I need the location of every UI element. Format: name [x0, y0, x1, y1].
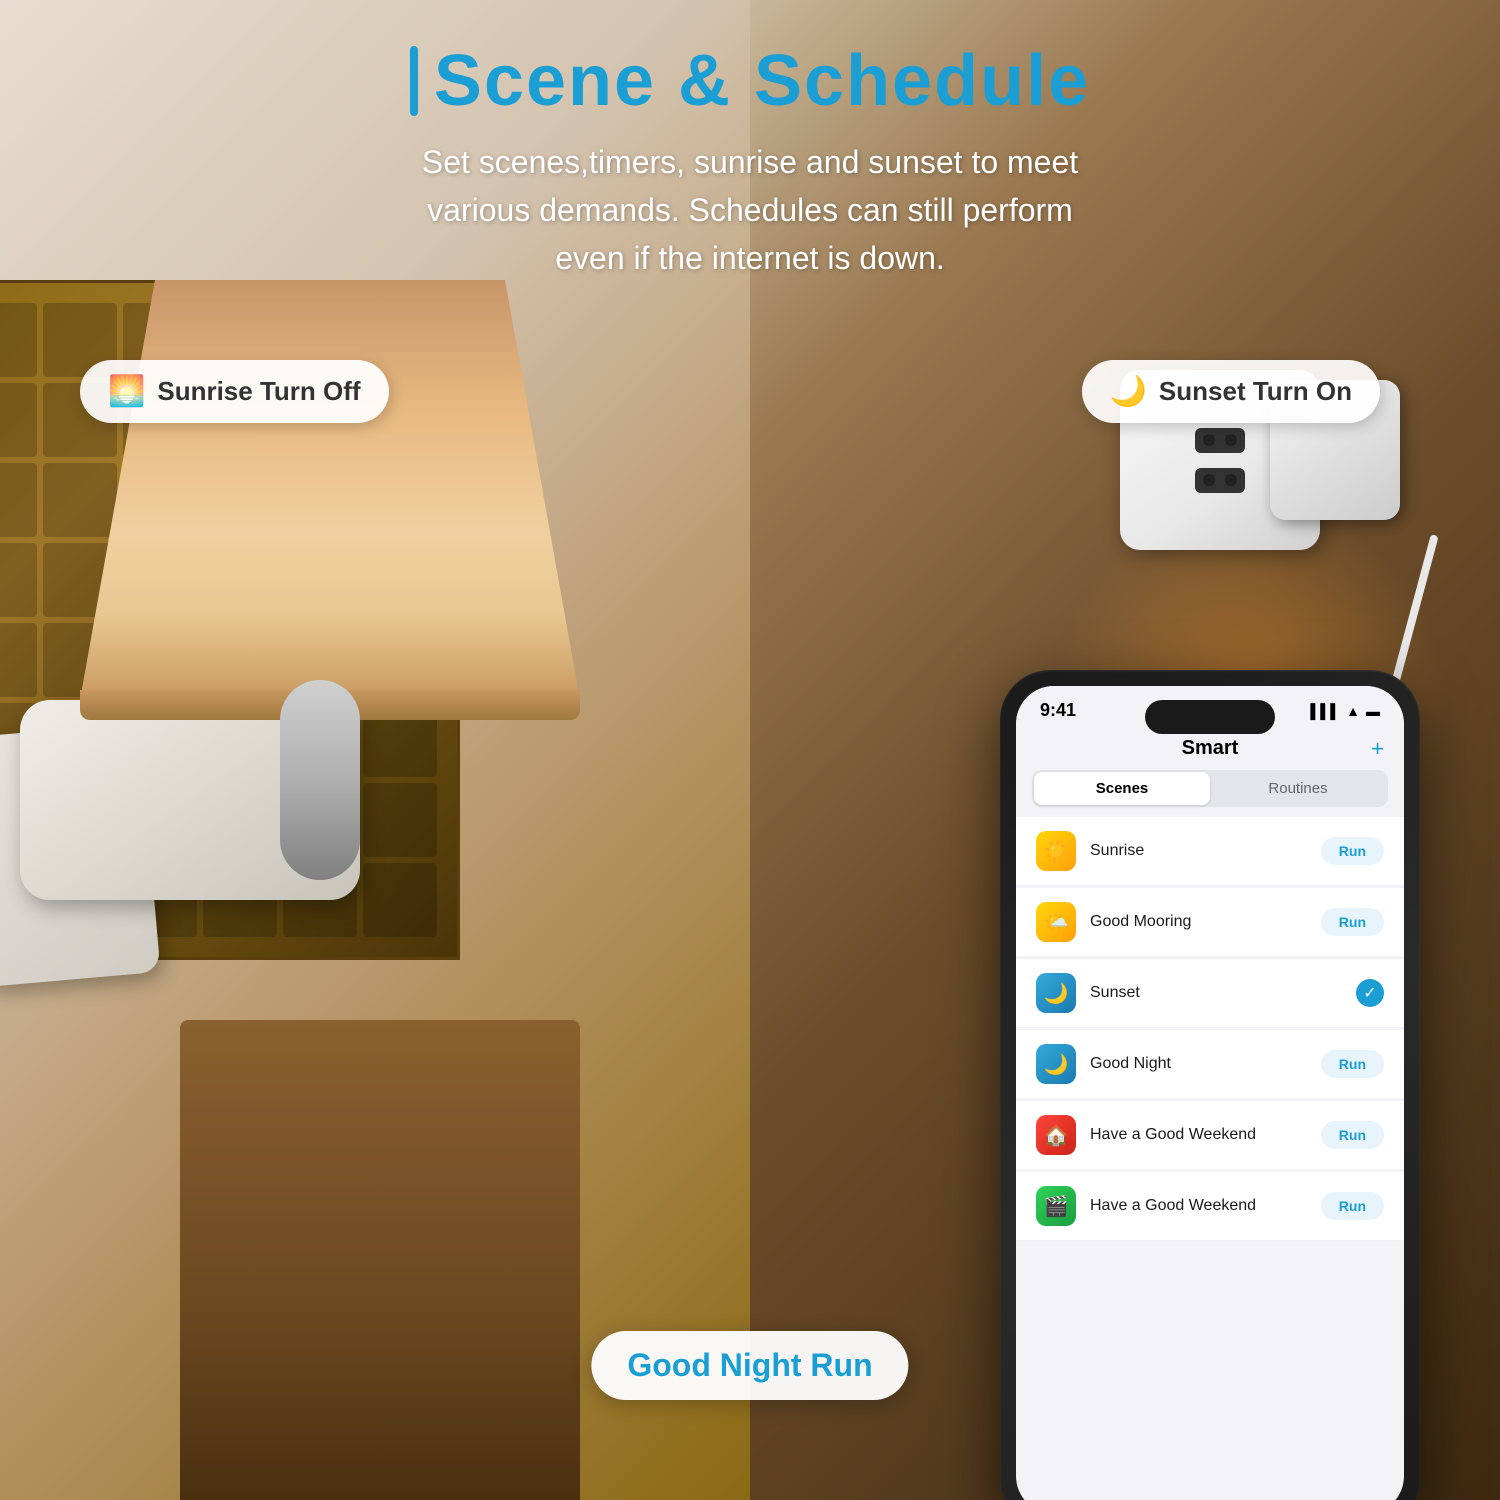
scene-name-sunrise: Sunrise	[1090, 842, 1321, 860]
sunset-badge: 🌙 Sunset Turn On	[1082, 360, 1380, 423]
sunrise-badge: 🌅 Sunrise Turn Off	[80, 360, 389, 423]
scene-icon-weekend-2: 🎬	[1036, 1186, 1076, 1226]
scene-icon-weekend-1: 🏠	[1036, 1115, 1076, 1155]
scene-item-good-night: 🌙 Good Night Run	[1016, 1030, 1404, 1099]
tab-bar: Scenes Routines	[1032, 770, 1388, 807]
scene-item-sunset: 🌙 Sunset ✓	[1016, 959, 1404, 1028]
sunset-icon: 🌙	[1110, 374, 1147, 409]
phone-mockup: 9:41 ▌▌▌ ▲ ▬ Smart + Scenes Routines	[1000, 670, 1420, 1500]
scene-item-weekend-1: 🏠 Have a Good Weekend Run	[1016, 1101, 1404, 1170]
scene-item-good-mooring: 🌤️ Good Mooring Run	[1016, 888, 1404, 957]
tab-scenes[interactable]: Scenes	[1034, 772, 1210, 805]
scene-icon-sunrise: ☀️	[1036, 831, 1076, 871]
add-button[interactable]: +	[1371, 736, 1384, 762]
status-time: 9:41	[1040, 700, 1076, 721]
title-bar-icon	[410, 46, 418, 116]
scene-run-good-night[interactable]: Run	[1321, 1050, 1384, 1078]
header-section: Scene & Schedule Set scenes,timers, sunr…	[0, 40, 1500, 282]
sunrise-label: Sunrise Turn Off	[157, 376, 360, 407]
tab-routines[interactable]: Routines	[1210, 772, 1386, 805]
scene-name-good-night: Good Night	[1090, 1055, 1321, 1073]
subtitle-text: Set scenes,timers, sunrise and sunset to…	[0, 138, 1500, 282]
scene-name-weekend-1: Have a Good Weekend	[1090, 1126, 1321, 1144]
scene-run-good-mooring[interactable]: Run	[1321, 908, 1384, 936]
dynamic-island	[1145, 700, 1275, 734]
scene-run-weekend-1[interactable]: Run	[1321, 1121, 1384, 1149]
page-wrapper: Scene & Schedule Set scenes,timers, sunr…	[0, 0, 1500, 1500]
page-title: Scene & Schedule	[0, 40, 1500, 122]
app-header: Smart +	[1016, 729, 1404, 766]
scene-run-weekend-2[interactable]: Run	[1321, 1192, 1384, 1220]
signal-icon: ▌▌▌	[1310, 703, 1340, 719]
scene-item-sunrise: ☀️ Sunrise Run	[1016, 817, 1404, 886]
app-title: Smart	[1182, 737, 1239, 760]
battery-icon: ▬	[1366, 703, 1380, 719]
phone-screen: 9:41 ▌▌▌ ▲ ▬ Smart + Scenes Routines	[1016, 686, 1404, 1500]
status-icons: ▌▌▌ ▲ ▬	[1310, 703, 1380, 719]
scene-icon-good-mooring: 🌤️	[1036, 902, 1076, 942]
good-night-run-label: Good Night Run	[627, 1347, 872, 1383]
scene-name-good-mooring: Good Mooring	[1090, 913, 1321, 931]
title-text: Scene & Schedule	[434, 40, 1090, 122]
outlet-hole-top	[1195, 428, 1245, 453]
scene-icon-good-night: 🌙	[1036, 1044, 1076, 1084]
nightstand	[180, 1020, 580, 1500]
scene-run-sunrise[interactable]: Run	[1321, 837, 1384, 865]
scene-check-sunset: ✓	[1356, 979, 1384, 1007]
outlet-hole-bottom	[1195, 468, 1245, 493]
lamp-shade	[80, 280, 580, 700]
wifi-icon: ▲	[1346, 703, 1360, 719]
lamp-base	[280, 680, 360, 880]
scene-item-weekend-2: 🎬 Have a Good Weekend Run	[1016, 1172, 1404, 1241]
scene-name-sunset: Sunset	[1090, 984, 1356, 1002]
scene-name-weekend-2: Have a Good Weekend	[1090, 1197, 1321, 1215]
scene-list: ☀️ Sunrise Run 🌤️ Good Mooring Run 🌙 Sun…	[1016, 811, 1404, 1247]
scene-icon-sunset: 🌙	[1036, 973, 1076, 1013]
sunset-label: Sunset Turn On	[1159, 376, 1352, 407]
good-night-run-badge: Good Night Run	[591, 1331, 908, 1400]
sunrise-icon: 🌅	[108, 374, 145, 409]
